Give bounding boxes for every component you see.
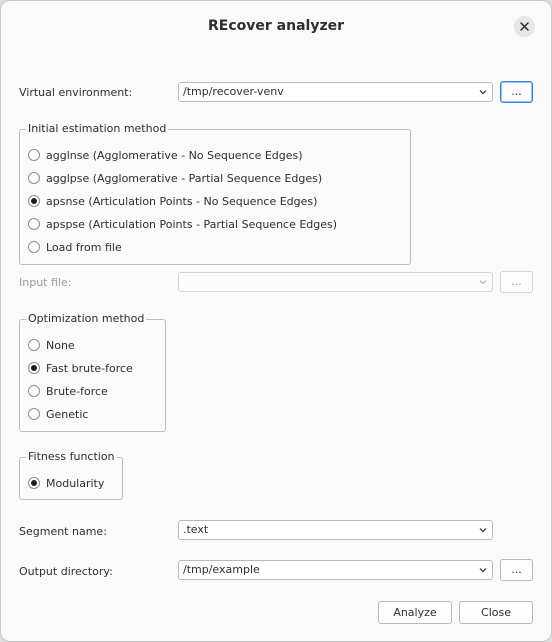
- window-title: REcover analyzer: [208, 18, 344, 34]
- fitness-function-group: Fitness function Modularity: [19, 450, 123, 500]
- radio-indicator: [28, 172, 40, 184]
- radio-apsnse[interactable]: apsnse (Articulation Points - No Sequenc…: [28, 193, 317, 209]
- radio-indicator: [28, 149, 40, 161]
- radio-agglpse[interactable]: agglpse (Agglomerative - Partial Sequenc…: [28, 170, 322, 186]
- radio-none[interactable]: None: [28, 337, 75, 353]
- window-close-button[interactable]: [514, 16, 535, 37]
- radio-fast-brute-force[interactable]: Fast brute-force: [28, 360, 133, 376]
- venv-combo[interactable]: /tmp/recover-venv: [178, 82, 493, 102]
- segment-name-combo[interactable]: .text: [178, 520, 493, 540]
- output-directory-label: Output directory:: [19, 565, 113, 578]
- radio-indicator: [28, 362, 40, 374]
- close-icon: [520, 22, 529, 31]
- chevron-down-icon: [479, 90, 487, 95]
- venv-value: /tmp/recover-venv: [183, 85, 284, 98]
- initial-estimation-title: Initial estimation method: [26, 122, 169, 135]
- chevron-down-icon: [479, 568, 487, 573]
- initial-estimation-group: Initial estimation method agglnse (Agglo…: [19, 122, 411, 265]
- output-directory-combo[interactable]: /tmp/example: [178, 560, 493, 580]
- close-button[interactable]: Close: [459, 601, 533, 624]
- radio-label: Fast brute-force: [46, 361, 133, 375]
- output-directory-value: /tmp/example: [183, 563, 260, 576]
- radio-label: Genetic: [46, 407, 89, 421]
- radio-label: Brute-force: [46, 384, 108, 398]
- optimization-method-group: Optimization method None Fast brute-forc…: [19, 312, 166, 432]
- radio-brute-force[interactable]: Brute-force: [28, 383, 108, 399]
- optimization-method-title: Optimization method: [26, 312, 147, 325]
- analyze-button[interactable]: Analyze: [378, 601, 452, 624]
- radio-agglnse[interactable]: agglnse (Agglomerative - No Sequence Edg…: [28, 147, 303, 163]
- input-file-browse-button[interactable]: ...: [500, 271, 533, 293]
- radio-label: Modularity: [46, 476, 105, 490]
- segment-name-label: Segment name:: [19, 525, 107, 538]
- radio-indicator: [28, 339, 40, 351]
- radio-label: agglpse (Agglomerative - Partial Sequenc…: [46, 171, 323, 185]
- radio-label: apsnse (Articulation Points - No Sequenc…: [46, 194, 318, 208]
- radio-label: apspse (Articulation Points - Partial Se…: [46, 217, 338, 231]
- radio-label: None: [46, 338, 75, 352]
- radio-indicator: [28, 195, 40, 207]
- radio-label: agglnse (Agglomerative - No Sequence Edg…: [46, 148, 303, 162]
- radio-label: Load from file: [46, 240, 122, 254]
- radio-indicator: [28, 241, 40, 253]
- input-file-label: Input file:: [19, 276, 72, 289]
- output-directory-browse-button[interactable]: ...: [500, 559, 533, 581]
- radio-indicator: [28, 477, 40, 489]
- segment-name-value: .text: [183, 523, 209, 536]
- title-bar: REcover analyzer: [1, 1, 551, 45]
- dialog-window: REcover analyzer Virtual environment: /t…: [0, 0, 552, 642]
- radio-indicator: [28, 218, 40, 230]
- radio-apspse[interactable]: apspse (Articulation Points - Partial Se…: [28, 216, 337, 232]
- venv-label: Virtual environment:: [19, 86, 133, 99]
- venv-browse-button[interactable]: ...: [500, 81, 533, 103]
- fitness-function-title: Fitness function: [26, 450, 117, 463]
- chevron-down-icon: [479, 528, 487, 533]
- chevron-down-icon: [479, 280, 487, 285]
- input-file-combo[interactable]: [178, 272, 493, 292]
- radio-load-from-file[interactable]: Load from file: [28, 239, 122, 255]
- radio-genetic[interactable]: Genetic: [28, 406, 88, 422]
- radio-modularity[interactable]: Modularity: [28, 475, 104, 491]
- radio-indicator: [28, 385, 40, 397]
- radio-indicator: [28, 408, 40, 420]
